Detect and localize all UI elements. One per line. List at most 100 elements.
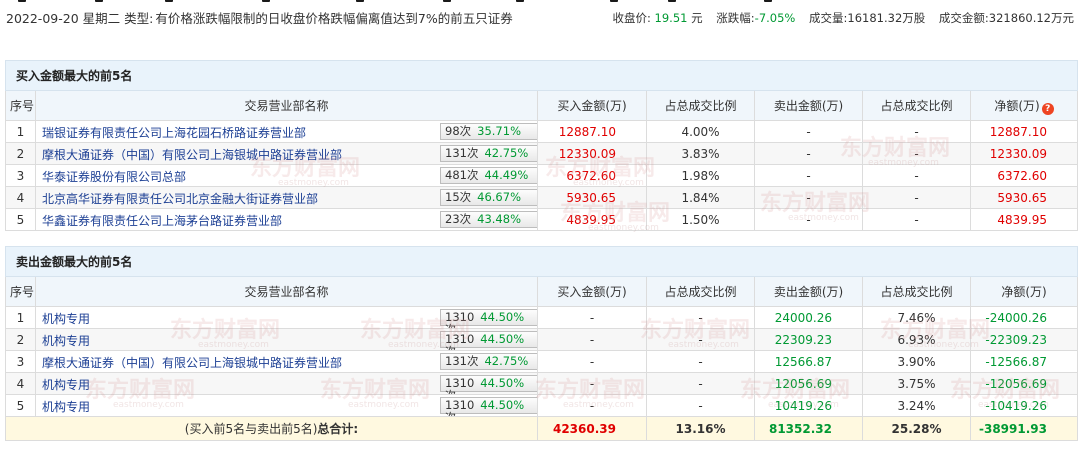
type-label: 类型: [124,11,154,26]
sell-ratio: - [862,164,971,187]
sell-ratio: 3.90% [862,350,971,373]
broker-name-link[interactable]: 机构专用 [42,376,90,393]
table-row: 3 华泰证券股份有限公司总部 481次 44.49% 6372.60 1.98% - -637… [5,164,1078,187]
buy-amount: 12330.09 [537,142,647,165]
broker-cell: 华鑫证券有限责任公司上海茅台路证券营业部 23次 43.48% [35,208,538,231]
broker-stats-button[interactable]: 131044.50%?次 [440,309,537,328]
win-rate: 42.75% [484,146,529,160]
broker-name-link[interactable]: 北京高华证券有限责任公司北京金融大街证券营业部 [42,190,318,207]
sell-amount: - [754,142,863,165]
cropped-top-strip [0,0,1080,4]
net-amount: -10419.26 [970,394,1078,417]
close-unit: 元 [691,11,703,25]
amount-value: 321860.12万元 [988,11,1074,25]
broker-stats-button[interactable]: 98次35.71%? [440,123,537,140]
col-buy: 买入金额(万) [537,276,647,307]
broker-stats-button[interactable]: 131044.50%次 [440,331,537,350]
broker-stats-button[interactable]: 131次 42.75% [440,353,537,370]
buy-ratio: 1.50% [646,208,755,231]
net-amount: -24000.26 [970,306,1078,329]
trade-count: 15次 [445,190,472,204]
broker-name-link[interactable]: 机构专用 [42,310,90,327]
buy-ratio: 4.00% [646,120,755,143]
change-label: 涨跌幅: [716,11,755,25]
total-label: (买入前5名与卖出前5名)总合计: [5,416,538,441]
col-buy: 买入金额(万) [537,90,647,121]
total-sell-ratio: 25.28% [862,416,971,441]
win-rate: 43.48% [477,212,521,226]
buy-amount: - [537,306,647,329]
sell-ratio: 6.93% [862,328,971,351]
broker-name-link[interactable]: 机构专用 [42,398,90,415]
buy-amount: - [537,372,647,395]
broker-cell: 华泰证券股份有限公司总部 481次 44.49% [35,164,538,187]
sell-amount: 22309.23 [754,328,863,351]
sell-top5-table: 卖出金额最大的前5名 序号 交易营业部名称 买入金额(万) 占总成交比例 卖出金… [5,246,1078,441]
trade-count: 98次 [445,124,472,138]
sell-ratio: 7.46% [862,306,971,329]
broker-name-link[interactable]: 华泰证券股份有限公司总部 [42,168,186,185]
broker-name-link[interactable]: 瑞银证券有限责任公司上海花园石桥路证券营业部 [42,124,306,141]
buy-ratio: 3.83% [646,142,755,165]
buy-amount: 4839.95 [537,208,647,231]
broker-stats-button[interactable]: 131044.50%次 [440,375,537,394]
col-idx: 序号 [5,90,36,121]
broker-stats-button[interactable]: 131次 42.75% [440,145,537,162]
table-row: 4 北京高华证券有限责任公司北京金融大街证券营业部 15次 46.67% 5930.65… [5,186,1078,209]
net-amount: -12056.69 [970,372,1078,395]
broker-name-link[interactable]: 机构专用 [42,332,90,349]
trade-count: 1310 [445,376,475,390]
table-row: 4机构专用131044.50%次--12056.693.75%-12056.69 [5,372,1078,395]
broker-name-link[interactable]: 华鑫证券有限责任公司上海茅台路证券营业部 [42,212,282,229]
amount-label: 成交金额: [938,11,989,25]
trade-count: 131次 [445,146,479,160]
sell-amount: 24000.26 [754,306,863,329]
table-row: 2机构专用131044.50%次--22309.236.93%-22309.23 [5,328,1078,351]
stock-summary-header: 2022-09-20 星期二 类型: 有价格涨跌幅限制的日收盘价格跌幅偏离值达到7%的… [6,10,1076,46]
close-value: 19.51 [654,11,688,25]
win-rate: 46.67% [477,190,521,204]
buy-ratio: 1.98% [646,164,755,187]
col-sell: 卖出金额(万) [754,90,863,121]
buy-amount: 6372.60 [537,164,647,187]
trade-count: 1310 [445,332,475,346]
sell-amount: - [754,208,863,231]
broker-name-link[interactable]: 摩根大通证券（中国）有限公司上海银城中路证券营业部 [42,354,342,371]
change-value: -7.05% [754,11,796,25]
broker-stats-button[interactable]: 131044.50%次 [440,397,537,416]
buy-ratio: - [646,306,755,329]
col-sell-ratio: 占总成交比例 [862,276,971,307]
win-rate: 44.50% [480,332,525,346]
net-amount: 5930.65 [970,186,1078,209]
col-net: 净额(万) [970,276,1078,307]
sell-amount: 12566.87 [754,350,863,373]
buy-amount: - [537,328,647,351]
col-net: 净额(万)? [970,90,1078,121]
table-row: 5机构专用131044.50%次--10419.263.24%-10419.26 [5,394,1078,417]
sell-amount: - [754,120,863,143]
broker-stats-button[interactable]: 23次 43.48% [440,211,537,228]
broker-cell: 机构专用131044.50%次 [35,328,538,351]
table-row: 2 摩根大通证券（中国）有限公司上海银城中路证券营业部 131次 42.75% 1233… [5,142,1078,165]
sell-amount: 12056.69 [754,372,863,395]
trade-count: 481次 [445,168,479,182]
sell-rows: 1机构专用131044.50%?次--24000.267.46%-24000.2… [5,306,1078,417]
win-rate: 44.50% [480,398,525,412]
table-row: 3 摩根大通证券（中国）有限公司上海银城中路证券营业部 131次 42.75% - -12… [5,350,1078,373]
total-buy: 42360.39 [537,416,647,441]
trade-count: 1310 [445,310,475,324]
sell-ratio: - [862,120,971,143]
broker-stats-button[interactable]: 481次 44.49% [440,167,537,184]
broker-stats-button[interactable]: 15次 46.67% [440,189,537,206]
broker-name-link[interactable]: 摩根大通证券（中国）有限公司上海银城中路证券营业部 [42,146,342,163]
col-sell-ratio: 占总成交比例 [862,90,971,121]
row-index: 4 [5,186,36,209]
net-hot-icon[interactable]: ? [1041,102,1054,115]
sell-amount: - [754,164,863,187]
row-index: 5 [5,394,36,417]
col-buy-ratio: 占总成交比例 [646,276,755,307]
buy-amount: - [537,350,647,373]
row-index: 3 [5,164,36,187]
buy-amount: - [537,394,647,417]
broker-cell: 瑞银证券有限责任公司上海花园石桥路证券营业部 98次35.71%? [35,120,538,143]
